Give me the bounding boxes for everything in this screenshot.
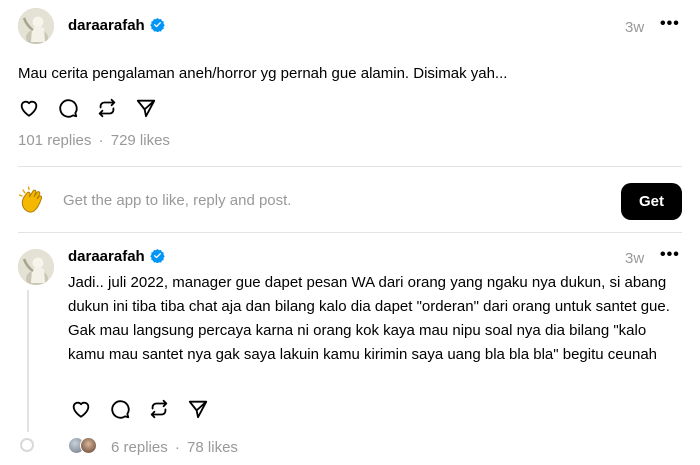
comment-icon[interactable] [57,97,79,119]
send-icon[interactable] [135,97,157,119]
app-prompt-text: Get the app to like, reply and post. [63,192,292,209]
post-actions [18,97,174,119]
replier-avatars[interactable] [68,437,97,454]
like-count[interactable]: 78 likes [187,439,238,456]
divider [18,166,682,167]
more-horizontal-icon[interactable]: ••• [660,15,680,33]
get-app-button[interactable]: Get [621,183,682,220]
reply-stats: 6 replies · 78 likes [111,439,238,456]
comment-icon[interactable] [109,398,131,420]
heart-icon[interactable] [18,97,40,119]
avatar-image [18,249,54,285]
avatar[interactable] [18,249,54,285]
post-text: Mau cerita pengalaman aneh/horror yg per… [18,65,508,82]
reply-actions [70,398,226,420]
send-icon[interactable] [187,398,209,420]
thread-line [27,290,29,432]
username[interactable]: daraarafah [68,248,145,265]
like-count[interactable]: 729 likes [111,132,170,149]
reply-count[interactable]: 6 replies [111,439,168,456]
post-header: daraarafah [68,17,165,35]
repost-icon[interactable] [148,398,170,420]
reply-time[interactable]: 3w [625,250,644,267]
reply-text: Jadi.. juli 2022, manager gue dapet pesa… [68,274,670,363]
reply-header: daraarafah [68,248,165,266]
reply-count[interactable]: 101 replies [18,132,91,149]
avatar [80,437,97,454]
more-horizontal-icon[interactable]: ••• [660,246,680,264]
post-time[interactable]: 3w [625,19,644,36]
verified-badge-icon [149,248,165,263]
avatar[interactable] [18,8,54,44]
heart-icon[interactable] [70,398,92,420]
post-stats: 101 replies · 729 likes [18,132,170,149]
divider [18,232,682,233]
stats-separator: · [98,132,104,149]
avatar-image [18,8,54,44]
clapping-hands-emoji [18,186,48,216]
stats-separator: · [174,439,180,456]
verified-badge-icon [149,17,165,32]
repost-icon[interactable] [96,97,118,119]
thread-end-marker [20,438,34,452]
username[interactable]: daraarafah [68,17,145,34]
